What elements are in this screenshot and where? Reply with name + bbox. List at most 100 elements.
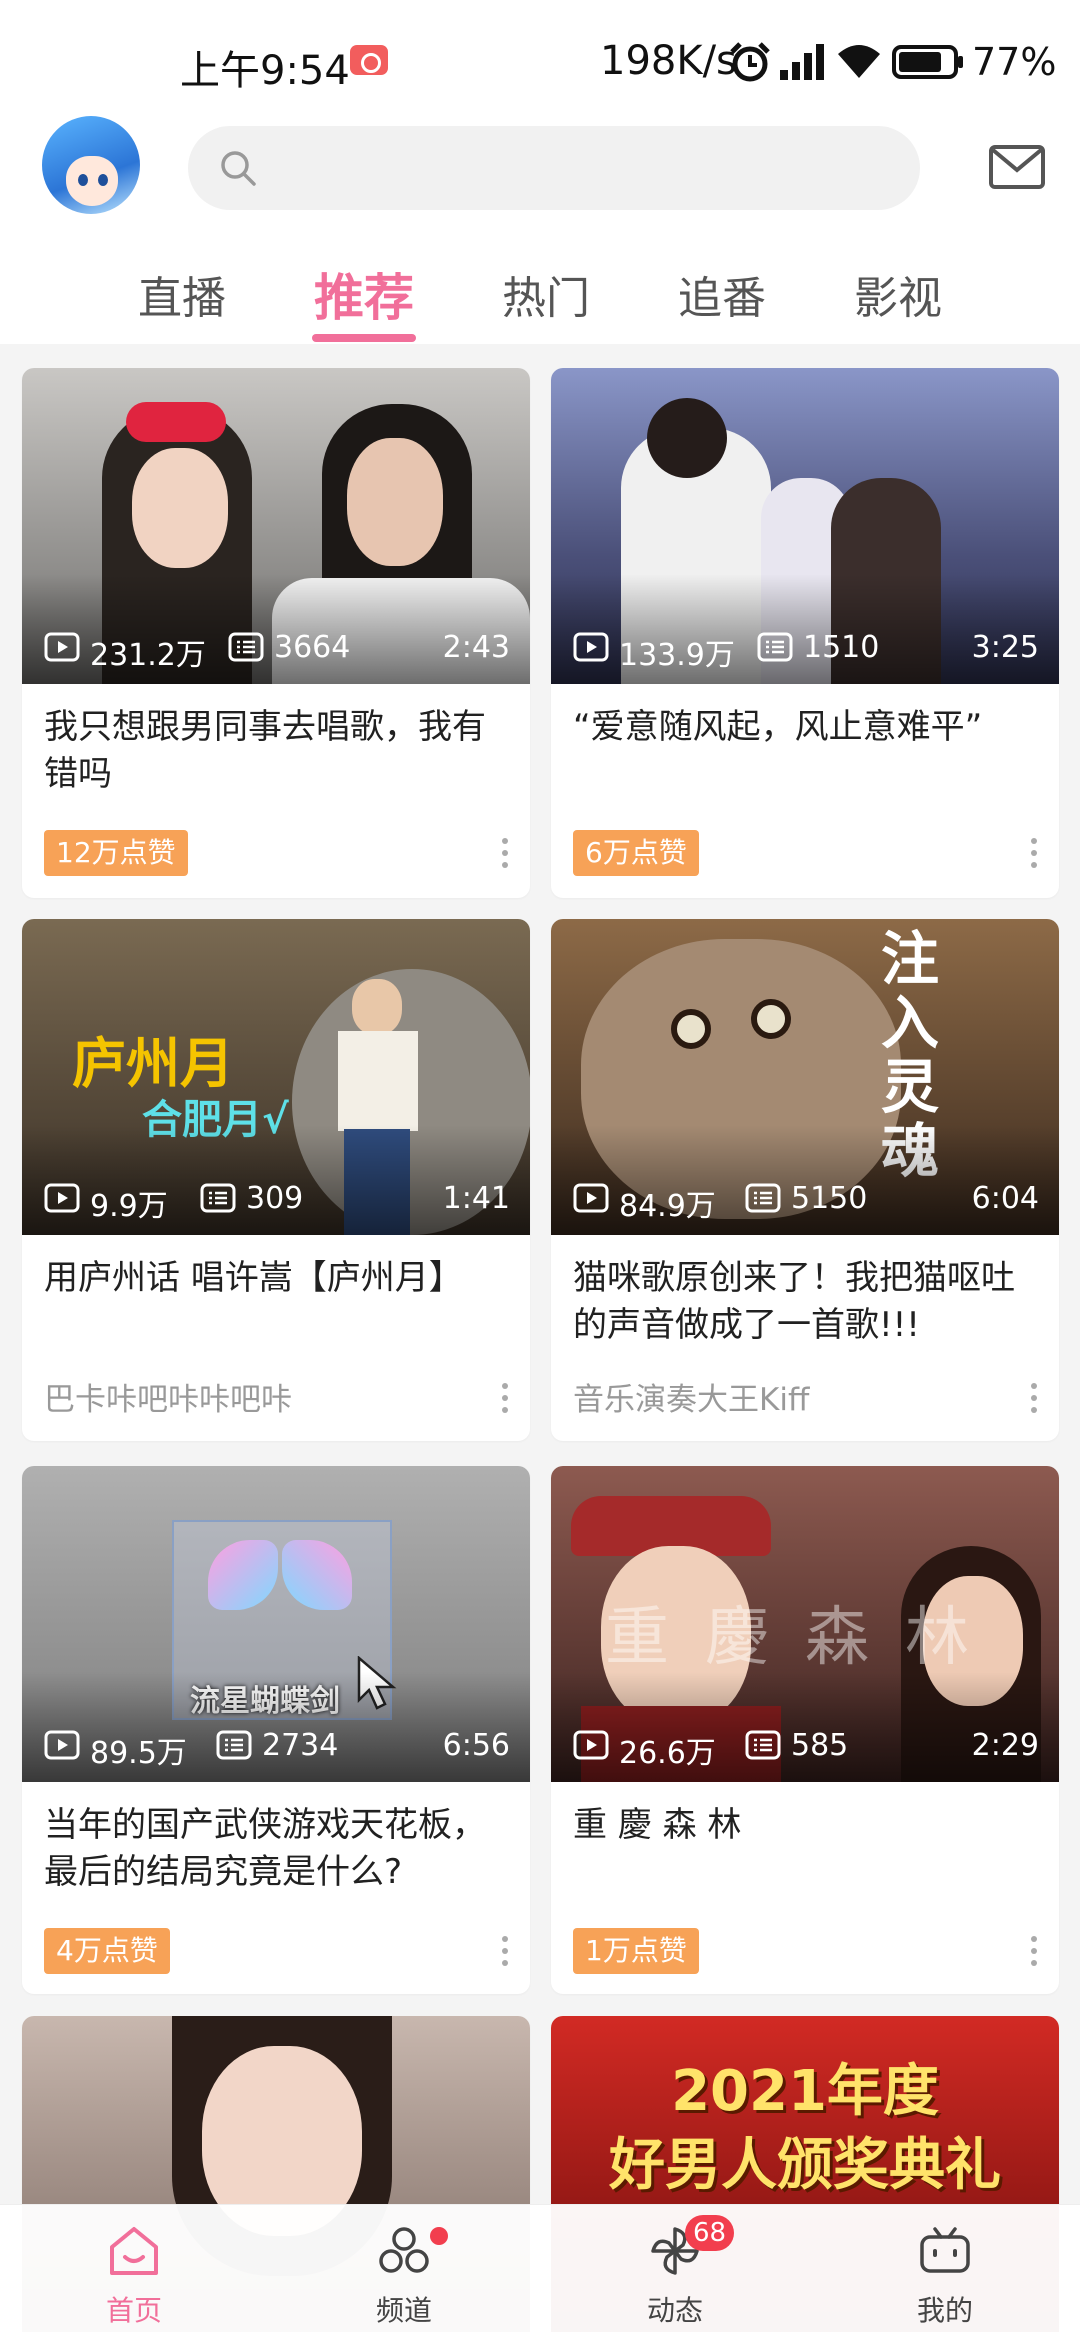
danmaku-icon — [200, 1183, 236, 1213]
video-thumbnail[interactable]: 重慶森林 26.6万 585 2:29 — [551, 1466, 1059, 1782]
video-title[interactable]: 当年的国产武侠游戏天花板，最后的结局究竟是什么? — [44, 1802, 514, 1896]
danmaku-count: 2734 — [262, 1728, 339, 1763]
video-card[interactable]: 流星蝴蝶剑 89.5万 2734 6:56 当年的国产武侠游戏天花板，最后的结局… — [22, 1466, 530, 1994]
avatar-face — [66, 156, 118, 206]
more-options-icon[interactable] — [498, 834, 512, 874]
home-icon — [110, 2227, 158, 2275]
play-count-icon — [44, 1183, 80, 1213]
app-root: 上午9:54 198K/s 77% 直播 推荐 热门 追番 影视 231.2万 … — [0, 0, 1080, 2340]
nav-label: 频道 — [375, 2294, 432, 2327]
video-duration: 6:56 — [442, 1728, 510, 1763]
danmaku-count: 309 — [246, 1181, 304, 1216]
tv-icon — [920, 2227, 970, 2273]
thumbnail-caption: 好男人颁奖典礼 — [609, 2133, 1001, 2198]
danmaku-count: 585 — [791, 1728, 849, 1763]
video-meta: 133.9万 1510 3:25 — [551, 620, 1059, 684]
nav-channels[interactable]: 频道 — [314, 2205, 494, 2340]
video-duration: 1:41 — [442, 1181, 510, 1216]
video-card[interactable]: 注入灵魂 84.9万 5150 6:04 猫咪歌原创来了！我把猫呕吐的声音做成了… — [551, 919, 1059, 1441]
likes-badge: 4万点赞 — [44, 1928, 170, 1974]
status-bar: 上午9:54 198K/s 77% — [0, 0, 1080, 112]
video-title[interactable]: 猫咪歌原创来了！我把猫呕吐的声音做成了一首歌!!! — [573, 1255, 1043, 1349]
tab-anime[interactable]: 追番 — [647, 262, 797, 326]
video-title[interactable]: 用庐州话 唱许嵩【庐州月】 — [44, 1255, 514, 1302]
alarm-icon — [730, 42, 770, 82]
active-tab-indicator — [312, 334, 416, 342]
video-title[interactable]: “爱意随风起，风止意难平” — [573, 704, 1043, 751]
screen-record-icon — [350, 45, 388, 75]
network-speed: 198K/s — [600, 38, 737, 84]
tab-hot[interactable]: 热门 — [471, 262, 621, 326]
avatar[interactable] — [42, 116, 140, 214]
more-options-icon[interactable] — [1027, 1932, 1041, 1972]
video-card[interactable]: 231.2万 3664 2:43 我只想跟男同事去唱歌，我有错吗 12万点赞 — [22, 368, 530, 898]
nav-label: 动态 — [646, 2294, 703, 2327]
avatar-eye — [98, 174, 108, 186]
channels-icon — [379, 2227, 429, 2273]
video-meta: 84.9万 5150 6:04 — [551, 1171, 1059, 1235]
video-card[interactable]: 133.9万 1510 3:25 “爱意随风起，风止意难平” 6万点赞 — [551, 368, 1059, 898]
video-thumbnail[interactable]: 庐州月 合肥月√ 9.9万 309 1:41 — [22, 919, 530, 1235]
video-meta: 231.2万 3664 2:43 — [22, 620, 530, 684]
video-duration: 3:25 — [971, 630, 1039, 665]
signal-icon — [780, 44, 824, 80]
play-count-icon — [573, 1730, 609, 1760]
tab-live[interactable]: 直播 — [107, 262, 257, 326]
danmaku-icon — [757, 632, 793, 662]
view-count: 231.2万 — [90, 638, 206, 673]
danmaku-icon — [745, 1183, 781, 1213]
play-count-icon — [44, 1730, 80, 1760]
play-count-icon — [573, 1183, 609, 1213]
view-count: 26.6万 — [619, 1736, 716, 1771]
wifi-icon — [838, 45, 880, 78]
video-meta: 89.5万 2734 6:56 — [22, 1718, 530, 1782]
category-tabs: 直播 推荐 热门 追番 影视 — [0, 262, 1080, 344]
tab-recommend[interactable]: 推荐 — [289, 258, 439, 330]
uploader-name[interactable]: 巴卡咔吧咔咔吧咔 — [44, 1377, 292, 1423]
video-card[interactable]: 重慶森林 26.6万 585 2:29 重 慶 森 林 1万点赞 — [551, 1466, 1059, 1994]
search-bar[interactable] — [188, 126, 920, 210]
more-options-icon[interactable] — [498, 1932, 512, 1972]
view-count: 84.9万 — [619, 1189, 716, 1224]
video-title[interactable]: 重 慶 森 林 — [573, 1802, 1043, 1849]
thumbnail-caption: 重慶森林 — [605, 1601, 1005, 1675]
header: 直播 推荐 热门 追番 影视 — [0, 112, 1080, 344]
video-title[interactable]: 我只想跟男同事去唱歌，我有错吗 — [44, 704, 514, 798]
nav-home[interactable]: 首页 — [44, 2205, 224, 2340]
play-count-icon — [573, 632, 609, 662]
bottom-nav: 首页 频道 68 动态 我的 — [0, 2204, 1080, 2340]
notification-dot — [430, 2227, 448, 2245]
tab-movies[interactable]: 影视 — [823, 262, 973, 326]
video-thumbnail[interactable]: 流星蝴蝶剑 89.5万 2734 6:56 — [22, 1466, 530, 1782]
more-options-icon[interactable] — [498, 1379, 512, 1419]
uploader-name[interactable]: 音乐演奏大王Kiff — [573, 1377, 809, 1423]
more-options-icon[interactable] — [1027, 834, 1041, 874]
video-meta: 26.6万 585 2:29 — [551, 1718, 1059, 1782]
thumbnail-caption: 2021年度 — [671, 2059, 939, 2124]
danmaku-icon — [228, 632, 264, 662]
video-thumbnail[interactable]: 注入灵魂 84.9万 5150 6:04 — [551, 919, 1059, 1235]
video-thumbnail[interactable]: 133.9万 1510 3:25 — [551, 368, 1059, 684]
search-icon — [221, 151, 256, 186]
video-thumbnail[interactable]: 231.2万 3664 2:43 — [22, 368, 530, 684]
danmaku-count: 1510 — [803, 630, 880, 665]
danmaku-count: 3664 — [274, 630, 351, 665]
play-count-icon — [44, 632, 80, 662]
mail-icon[interactable] — [988, 144, 1046, 190]
more-options-icon[interactable] — [1027, 1379, 1041, 1419]
nav-label: 我的 — [916, 2294, 973, 2327]
view-count: 9.9万 — [90, 1189, 168, 1224]
video-meta: 9.9万 309 1:41 — [22, 1171, 530, 1235]
likes-badge: 1万点赞 — [573, 1928, 699, 1974]
danmaku-icon — [745, 1730, 781, 1760]
likes-badge: 6万点赞 — [573, 830, 699, 876]
search-input[interactable] — [272, 126, 892, 210]
video-card[interactable]: 庐州月 合肥月√ 9.9万 309 1:41 用庐州话 唱许嵩【庐州月】 巴卡咔… — [22, 919, 530, 1441]
likes-badge: 12万点赞 — [44, 830, 188, 876]
nav-mine[interactable]: 我的 — [855, 2205, 1035, 2340]
battery-icon — [892, 45, 963, 79]
nav-dynamics[interactable]: 68 动态 — [585, 2205, 765, 2340]
status-time: 上午9:54 — [180, 48, 350, 94]
view-count: 89.5万 — [90, 1736, 187, 1771]
battery-percent: 77% — [972, 40, 1057, 84]
